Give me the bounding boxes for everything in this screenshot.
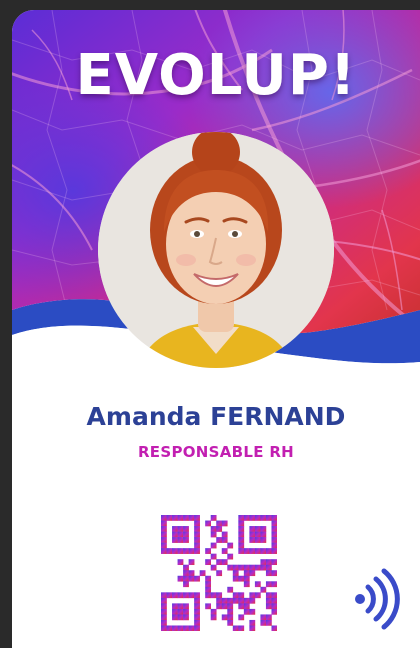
qr-code-icon[interactable] (161, 515, 277, 631)
company-logo-text: EVOLUP! (75, 43, 357, 108)
employee-name: Amanda FERNAND (86, 402, 346, 431)
employee-job-title: RESPONSABLE RH (137, 443, 295, 461)
employee-photo (98, 132, 334, 368)
id-badge-card: EVOLUP! Amanda FERNAND RESPONSABLE RH (12, 10, 420, 648)
nfc-icon (352, 567, 400, 631)
